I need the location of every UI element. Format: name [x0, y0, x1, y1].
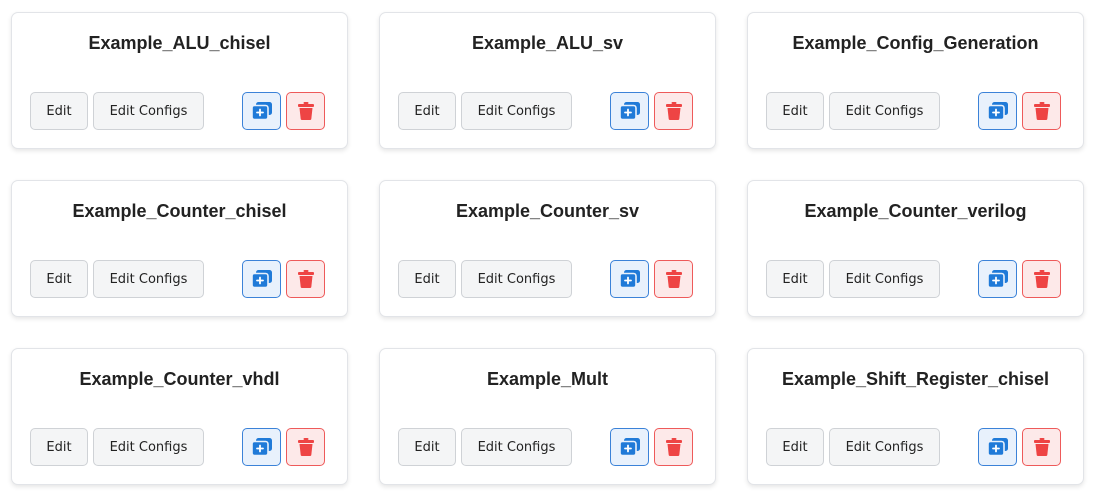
copy-plus-icon — [250, 270, 272, 289]
copy-plus-icon — [618, 438, 640, 457]
project-card: Example_Counter_chisel Edit Edit Configs — [11, 180, 348, 317]
trash-icon — [1033, 270, 1050, 288]
copy-plus-icon — [986, 102, 1008, 121]
project-grid: Example_ALU_chisel Edit Edit Configs Exa… — [0, 0, 1096, 499]
edit-button[interactable]: Edit — [398, 428, 456, 466]
copy-plus-icon — [250, 102, 272, 121]
edit-configs-button[interactable]: Edit Configs — [461, 92, 572, 130]
trash-icon — [665, 102, 682, 120]
project-title: Example_Counter_sv — [455, 201, 640, 221]
project-card: Example_Counter_verilog Edit Edit Config… — [747, 180, 1084, 317]
edit-button[interactable]: Edit — [398, 260, 456, 298]
clone-button[interactable] — [242, 92, 281, 130]
edit-configs-button[interactable]: Edit Configs — [93, 260, 204, 298]
delete-button[interactable] — [654, 92, 693, 130]
clone-button[interactable] — [610, 428, 649, 466]
edit-configs-button[interactable]: Edit Configs — [829, 428, 940, 466]
project-title: Example_Config_Generation — [792, 33, 1039, 53]
edit-button[interactable]: Edit — [30, 428, 88, 466]
clone-button[interactable] — [610, 92, 649, 130]
trash-icon — [297, 438, 314, 456]
clone-button[interactable] — [978, 260, 1017, 298]
trash-icon — [1033, 438, 1050, 456]
project-title: Example_Shift_Register_chisel — [781, 369, 1050, 389]
project-title: Example_Mult — [486, 369, 609, 389]
trash-icon — [665, 270, 682, 288]
project-title: Example_ALU_sv — [471, 33, 624, 53]
edit-button[interactable]: Edit — [766, 260, 824, 298]
project-card: Example_Mult Edit Edit Configs — [379, 348, 716, 485]
delete-button[interactable] — [654, 260, 693, 298]
edit-button[interactable]: Edit — [398, 92, 456, 130]
delete-button[interactable] — [1022, 92, 1061, 130]
edit-button[interactable]: Edit — [766, 92, 824, 130]
clone-button[interactable] — [242, 260, 281, 298]
trash-icon — [665, 438, 682, 456]
clone-button[interactable] — [242, 428, 281, 466]
copy-plus-icon — [618, 102, 640, 121]
edit-configs-button[interactable]: Edit Configs — [93, 428, 204, 466]
project-card: Example_Config_Generation Edit Edit Conf… — [747, 12, 1084, 149]
project-card: Example_Shift_Register_chisel Edit Edit … — [747, 348, 1084, 485]
delete-button[interactable] — [286, 260, 325, 298]
trash-icon — [297, 102, 314, 120]
delete-button[interactable] — [1022, 260, 1061, 298]
edit-button[interactable]: Edit — [30, 92, 88, 130]
copy-plus-icon — [250, 438, 272, 457]
edit-configs-button[interactable]: Edit Configs — [461, 428, 572, 466]
edit-button[interactable]: Edit — [766, 428, 824, 466]
delete-button[interactable] — [286, 92, 325, 130]
edit-configs-button[interactable]: Edit Configs — [93, 92, 204, 130]
project-title: Example_Counter_chisel — [72, 201, 287, 221]
project-card: Example_ALU_chisel Edit Edit Configs — [11, 12, 348, 149]
project-card: Example_Counter_sv Edit Edit Configs — [379, 180, 716, 317]
edit-configs-button[interactable]: Edit Configs — [461, 260, 572, 298]
trash-icon — [297, 270, 314, 288]
clone-button[interactable] — [610, 260, 649, 298]
copy-plus-icon — [986, 270, 1008, 289]
project-title: Example_Counter_verilog — [804, 201, 1027, 221]
clone-button[interactable] — [978, 428, 1017, 466]
project-title: Example_ALU_chisel — [88, 33, 271, 53]
project-card: Example_Counter_vhdl Edit Edit Configs — [11, 348, 348, 485]
copy-plus-icon — [986, 438, 1008, 457]
delete-button[interactable] — [654, 428, 693, 466]
project-title: Example_Counter_vhdl — [79, 369, 280, 389]
copy-plus-icon — [618, 270, 640, 289]
project-card: Example_ALU_sv Edit Edit Configs — [379, 12, 716, 149]
edit-configs-button[interactable]: Edit Configs — [829, 92, 940, 130]
delete-button[interactable] — [286, 428, 325, 466]
edit-button[interactable]: Edit — [30, 260, 88, 298]
clone-button[interactable] — [978, 92, 1017, 130]
trash-icon — [1033, 102, 1050, 120]
delete-button[interactable] — [1022, 428, 1061, 466]
edit-configs-button[interactable]: Edit Configs — [829, 260, 940, 298]
